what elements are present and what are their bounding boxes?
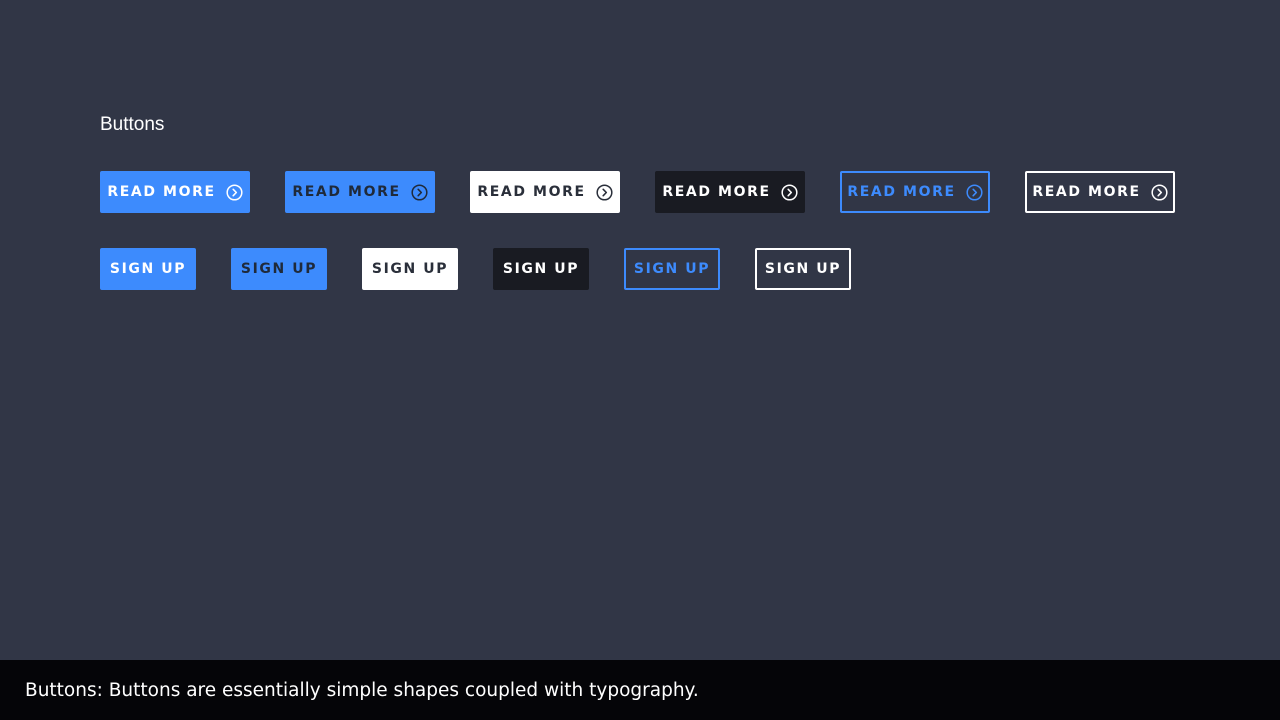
sign-up-label: SIGN UP	[764, 261, 842, 277]
sign-up-button-white-outline[interactable]: SIGN UP	[755, 248, 851, 290]
read-more-label: READ MORE	[662, 184, 771, 200]
read-more-button-white[interactable]: READ MORE	[470, 171, 620, 213]
read-more-button-black[interactable]: READ MORE	[655, 171, 805, 213]
sign-up-label: SIGN UP	[371, 261, 449, 277]
chevron-right-circle-icon	[1151, 183, 1168, 201]
sign-up-button-row: SIGN UP SIGN UP SIGN UP SIGN UP SIGN UP …	[100, 248, 851, 290]
chevron-right-circle-icon	[781, 183, 798, 201]
chevron-right-circle-icon	[226, 183, 243, 201]
read-more-label: READ MORE	[107, 184, 216, 200]
sign-up-button-blue-dark-text[interactable]: SIGN UP	[231, 248, 327, 290]
sign-up-label: SIGN UP	[109, 261, 187, 277]
chevron-right-circle-icon	[411, 183, 428, 201]
sign-up-button-black[interactable]: SIGN UP	[493, 248, 589, 290]
read-more-label: READ MORE	[1032, 184, 1141, 200]
sign-up-button-blue[interactable]: SIGN UP	[100, 248, 196, 290]
sign-up-button-white[interactable]: SIGN UP	[362, 248, 458, 290]
sign-up-label: SIGN UP	[633, 261, 711, 277]
read-more-button-blue-dark-text[interactable]: READ MORE	[285, 171, 435, 213]
read-more-button-row: READ MORE READ MORE READ MORE READ MORE …	[100, 171, 1175, 213]
caption-text: Buttons: Buttons are essentially simple …	[25, 679, 699, 701]
chevron-right-circle-icon	[596, 183, 613, 201]
read-more-label: READ MORE	[292, 184, 401, 200]
read-more-button-blue-outline[interactable]: READ MORE	[840, 171, 990, 213]
read-more-label: READ MORE	[847, 184, 956, 200]
read-more-label: READ MORE	[477, 184, 586, 200]
section-title: Buttons	[100, 114, 165, 135]
read-more-button-blue[interactable]: READ MORE	[100, 171, 250, 213]
sign-up-label: SIGN UP	[502, 261, 580, 277]
sign-up-button-blue-outline[interactable]: SIGN UP	[624, 248, 720, 290]
sign-up-label: SIGN UP	[240, 261, 318, 277]
read-more-button-white-outline[interactable]: READ MORE	[1025, 171, 1175, 213]
caption-bar: Buttons: Buttons are essentially simple …	[0, 660, 1280, 720]
chevron-right-circle-icon	[966, 183, 983, 201]
